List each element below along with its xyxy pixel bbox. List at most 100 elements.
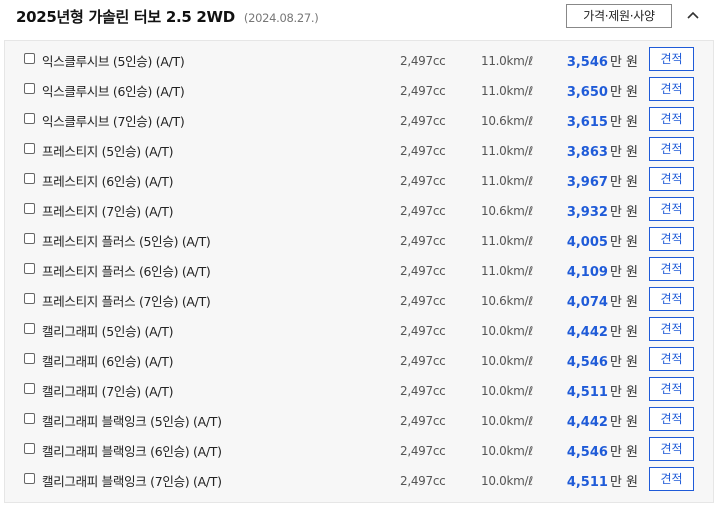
price: 4,511 만 원 [567, 381, 638, 400]
checkbox-icon[interactable] [24, 263, 35, 274]
quote-button[interactable]: 견적 [649, 227, 694, 251]
quote-button[interactable]: 견적 [649, 257, 694, 281]
trim-name: 캘리그래피 블랙잉크 (5인승) (A/T) [42, 414, 222, 429]
checkbox-icon[interactable] [24, 323, 35, 334]
price-unit: 만 원 [609, 385, 638, 400]
fuel-efficiency: 10.6km/ℓ [481, 114, 533, 128]
fuel-efficiency: 11.0km/ℓ [481, 54, 533, 68]
price-unit: 만 원 [609, 355, 638, 370]
price-value: 3,615 [566, 115, 608, 130]
checkbox-icon[interactable] [24, 233, 35, 244]
checkbox-icon[interactable] [24, 203, 35, 214]
quote-button[interactable]: 견적 [649, 107, 694, 131]
trim-name: 익스클루시브 (7인승) (A/T) [42, 114, 185, 129]
checkbox-icon[interactable] [24, 473, 35, 484]
trim-row: 캘리그래피 블랙잉크 (7인승) (A/T) 2,497cc 10.0km/ℓ 4,5… [5, 465, 713, 495]
quote-button[interactable]: 견적 [649, 137, 694, 161]
displacement: 2,497cc [400, 144, 446, 158]
price: 3,932 만 원 [567, 201, 638, 220]
price-value: 4,109 [566, 265, 608, 280]
fuel-efficiency: 11.0km/ℓ [481, 144, 533, 158]
trim-list: 익스클루시브 (5인승) (A/T) 2,497cc 11.0km/ℓ 3,546 만 … [4, 40, 714, 503]
checkbox-icon[interactable] [24, 173, 35, 184]
price-unit: 만 원 [609, 235, 638, 250]
checkbox-icon[interactable] [24, 383, 35, 394]
quote-button[interactable]: 견적 [649, 167, 694, 191]
checkbox-icon[interactable] [24, 53, 35, 64]
trim-row: 캘리그래피 블랙잉크 (5인승) (A/T) 2,497cc 10.0km/ℓ 4,4… [5, 405, 713, 435]
checkbox-icon[interactable] [24, 143, 35, 154]
trim-name: 프레스티지 (5인승) (A/T) [42, 144, 174, 159]
trim-name: 프레스티지 플러스 (5인승) (A/T) [42, 234, 211, 249]
quote-button[interactable]: 견적 [649, 437, 694, 461]
displacement: 2,497cc [400, 354, 446, 368]
price-unit: 만 원 [609, 205, 638, 220]
quote-button[interactable]: 견적 [649, 377, 694, 401]
trim-row: 캘리그래피 블랙잉크 (6인승) (A/T) 2,497cc 10.0km/ℓ 4,5… [5, 435, 713, 465]
price-unit: 만 원 [609, 85, 638, 100]
price: 4,109 만 원 [567, 261, 638, 280]
fuel-efficiency: 10.0km/ℓ [481, 414, 533, 428]
price-unit: 만 원 [609, 325, 638, 340]
displacement: 2,497cc [400, 294, 446, 308]
quote-button[interactable]: 견적 [649, 347, 694, 371]
quote-button[interactable]: 견적 [649, 77, 694, 101]
checkbox-icon[interactable] [24, 293, 35, 304]
trim-name: 캘리그래피 (5인승) (A/T) [42, 324, 174, 339]
trim-name: 익스클루시브 (6인승) (A/T) [42, 84, 185, 99]
chevron-up-icon[interactable] [683, 7, 703, 25]
price-value: 3,967 [566, 175, 608, 190]
price: 3,615 만 원 [567, 111, 638, 130]
quote-button[interactable]: 견적 [649, 317, 694, 341]
price-unit: 만 원 [609, 55, 638, 70]
price: 4,005 만 원 [567, 231, 638, 250]
fuel-efficiency: 10.0km/ℓ [481, 384, 533, 398]
trim-row: 익스클루시브 (6인승) (A/T) 2,497cc 11.0km/ℓ 3,650 만 … [5, 75, 713, 105]
price: 4,442 만 원 [567, 411, 638, 430]
trim-name: 프레스티지 (6인승) (A/T) [42, 174, 174, 189]
price-unit: 만 원 [609, 295, 638, 310]
price: 4,074 만 원 [567, 291, 638, 310]
displacement: 2,497cc [400, 174, 446, 188]
trim-name: 프레스티지 (7인승) (A/T) [42, 204, 174, 219]
quote-button[interactable]: 견적 [649, 287, 694, 311]
price-value: 4,511 [566, 475, 608, 490]
price: 4,511 만 원 [567, 471, 638, 490]
trim-name: 익스클루시브 (5인승) (A/T) [42, 54, 185, 69]
quote-button[interactable]: 견적 [649, 47, 694, 71]
fuel-efficiency: 11.0km/ℓ [481, 174, 533, 188]
price: 4,546 만 원 [567, 351, 638, 370]
checkbox-icon[interactable] [24, 83, 35, 94]
trim-row: 프레스티지 플러스 (5인승) (A/T) 2,497cc 11.0km/ℓ 4,00… [5, 225, 713, 255]
trim-name: 캘리그래피 블랙잉크 (7인승) (A/T) [42, 474, 222, 489]
displacement: 2,497cc [400, 444, 446, 458]
checkbox-icon[interactable] [24, 113, 35, 124]
displacement: 2,497cc [400, 114, 446, 128]
checkbox-icon[interactable] [24, 413, 35, 424]
price-value: 4,546 [566, 445, 608, 460]
trim-row: 캘리그래피 (5인승) (A/T) 2,497cc 10.0km/ℓ 4,442 만 원… [5, 315, 713, 345]
price-value: 4,074 [566, 295, 608, 310]
fuel-efficiency: 10.6km/ℓ [481, 294, 533, 308]
price-unit: 만 원 [609, 415, 638, 430]
quote-button[interactable]: 견적 [649, 197, 694, 221]
price: 4,546 만 원 [567, 441, 638, 460]
fuel-efficiency: 10.0km/ℓ [481, 444, 533, 458]
trim-row: 프레스티지 플러스 (6인승) (A/T) 2,497cc 11.0km/ℓ 4,10… [5, 255, 713, 285]
price: 3,967 만 원 [567, 171, 638, 190]
displacement: 2,497cc [400, 324, 446, 338]
checkbox-icon[interactable] [24, 443, 35, 454]
quote-button[interactable]: 견적 [649, 407, 694, 431]
checkbox-icon[interactable] [24, 353, 35, 364]
fuel-efficiency: 10.0km/ℓ [481, 474, 533, 488]
price-value: 4,005 [566, 235, 608, 250]
displacement: 2,497cc [400, 384, 446, 398]
displacement: 2,497cc [400, 474, 446, 488]
price-unit: 만 원 [609, 475, 638, 490]
displacement: 2,497cc [400, 414, 446, 428]
price-spec-options-button[interactable]: 가격·제원·사양 [566, 4, 672, 28]
price-value: 4,442 [566, 415, 608, 430]
quote-button[interactable]: 견적 [649, 467, 694, 491]
displacement: 2,497cc [400, 234, 446, 248]
model-title: 2025년형 가솔린 터보 2.5 2WD (2024.08.27.) [16, 6, 319, 27]
